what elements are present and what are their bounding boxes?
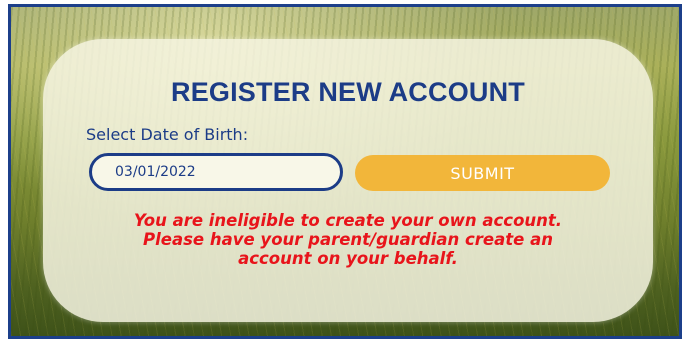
page-title: REGISTER NEW ACCOUNT [171,77,525,107]
error-line: account on your behalf. [238,249,458,268]
error-line: Please have your parent/guardian create … [143,230,553,249]
error-message: You are ineligible to create your own ac… [63,211,633,268]
background-frame: REGISTER NEW ACCOUNT Select Date of Birt… [8,4,682,339]
registration-panel: REGISTER NEW ACCOUNT Select Date of Birt… [43,39,653,322]
dob-label: Select Date of Birth: [86,125,249,144]
dob-input[interactable] [89,153,343,191]
submit-button[interactable]: SUBMIT [355,155,610,191]
error-line: You are ineligible to create your own ac… [133,211,563,230]
